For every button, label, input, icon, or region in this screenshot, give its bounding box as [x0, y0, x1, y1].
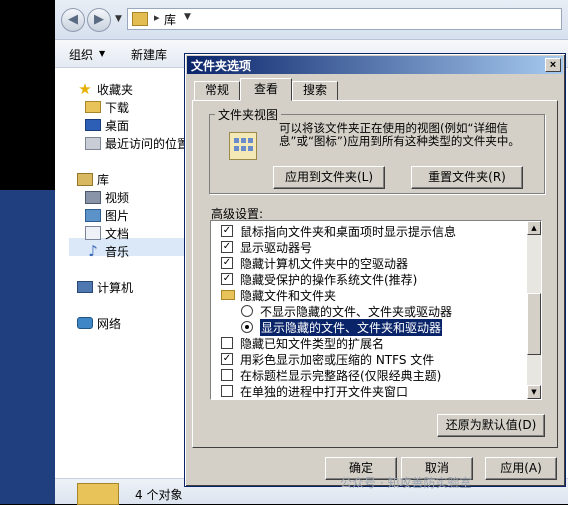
advanced-setting-row[interactable]: ✓ 隐藏计算机文件夹中的空驱动器 [211, 255, 529, 271]
video-icon [85, 191, 101, 204]
explorer-address-bar-area: ◀ ▶ ▼ ▸ 库 ▼ [55, 0, 568, 40]
setting-checkbox[interactable]: ✓ [221, 241, 233, 253]
setting-checkbox[interactable]: ✓ [221, 257, 233, 269]
folder-icon [221, 290, 235, 300]
setting-checkbox[interactable]: ✓ [221, 353, 233, 365]
star-icon: ★ [78, 80, 92, 98]
scroll-down-icon[interactable]: ▼ [527, 385, 541, 399]
chevron-down-icon[interactable]: ▼ [115, 14, 122, 24]
nav-item-label: 文档 [105, 227, 130, 241]
advanced-setting-row: 隐藏文件和文件夹 [211, 287, 529, 303]
advanced-setting-row[interactable]: ✓ 隐藏受保护的操作系统文件(推荐) [211, 271, 529, 287]
advanced-setting-row[interactable]: 显示隐藏的文件、文件夹和驱动器 [211, 318, 529, 337]
nav-item-label: 桌面 [105, 119, 130, 133]
pictures-icon [85, 209, 101, 222]
setting-label: 用彩色显示加密或压缩的 NTFS 文件 [240, 353, 435, 367]
scroll-up-icon[interactable]: ▲ [527, 221, 541, 235]
dialog-title: 文件夹选项 [191, 59, 252, 73]
library-icon [132, 12, 148, 26]
close-button[interactable]: × [545, 58, 561, 72]
setting-label: 隐藏计算机文件夹中的空驱动器 [240, 257, 409, 271]
advanced-setting-row[interactable]: 隐藏已知文件类型的扩展名 [211, 335, 529, 351]
restore-defaults-button[interactable]: 还原为默认值(D) [437, 414, 545, 437]
setting-checkbox[interactable]: ✓ [221, 225, 233, 237]
advanced-setting-row[interactable]: 不显示隐藏的文件、文件夹或驱动器 [211, 303, 529, 319]
chevron-down-icon[interactable]: ▼ [184, 12, 191, 22]
new-library-button[interactable]: 新建库 [131, 46, 167, 63]
setting-label: 隐藏文件和文件夹 [240, 289, 337, 303]
advanced-setting-row[interactable]: 在标题栏显示完整路径(仅限经典主题) [211, 367, 529, 383]
nav-item-label: 音乐 [105, 245, 130, 259]
library-icon [77, 173, 93, 186]
reset-folders-button[interactable]: 重置文件夹(R) [411, 166, 523, 189]
setting-label: 显示驱动器号 [240, 241, 313, 255]
address-bar[interactable]: ▸ 库 ▼ [127, 8, 562, 30]
setting-label: 鼠标指向文件夹和桌面项时显示提示信息 [240, 225, 457, 239]
desktop-icon [85, 119, 101, 131]
setting-checkbox[interactable] [221, 369, 233, 381]
nav-item-label: 视频 [105, 191, 130, 205]
setting-radio[interactable] [241, 305, 253, 317]
setting-label: 在标题栏显示完整路径(仅限经典主题) [240, 369, 442, 383]
organize-button[interactable]: 组织 [69, 46, 93, 63]
folder-views-icon [229, 132, 257, 160]
nav-item-label: 库 [97, 173, 110, 187]
documents-icon [85, 226, 101, 240]
desktop-background-blue [0, 190, 55, 504]
nav-item-label: 图片 [105, 209, 130, 223]
setting-checkbox[interactable] [221, 385, 233, 397]
desktop-background [0, 0, 55, 190]
dialog-titlebar[interactable]: 文件夹选项 × [187, 56, 563, 74]
network-icon [77, 317, 93, 329]
navigation-pane: ★ 收藏夹 下载 桌面 最近访问的位置 库 视频 图片 文档 ♪ 音乐 计算机 … [55, 68, 189, 478]
apply-to-folders-button[interactable]: 应用到文件夹(L) [273, 166, 385, 189]
item-count: 4 个对象 [135, 488, 183, 502]
advanced-setting-row[interactable]: ✓ 鼠标指向文件夹和桌面项时显示提示信息 [211, 223, 529, 239]
forward-button[interactable]: ▶ [87, 8, 111, 32]
recent-places-icon [85, 137, 101, 150]
setting-label: 在单独的进程中打开文件夹窗口 [240, 385, 409, 399]
library-icon [77, 483, 119, 505]
folder-icon [85, 101, 101, 113]
back-button[interactable]: ◀ [61, 8, 85, 32]
nav-item-label: 下载 [105, 101, 130, 115]
breadcrumb[interactable]: 库 [164, 11, 176, 28]
nav-item-label: 网络 [97, 317, 122, 331]
apply-button[interactable]: 应用(A) [485, 457, 557, 480]
tab-view[interactable]: 查看 [240, 78, 292, 101]
tab-general[interactable]: 常规 [194, 81, 240, 101]
nav-item-label: 收藏夹 [97, 83, 134, 97]
advanced-setting-row[interactable]: ✓ 用彩色显示加密或压缩的 NTFS 文件 [211, 351, 529, 367]
advanced-settings-list[interactable]: ✓ 鼠标指向文件夹和桌面项时显示提示信息 ✓ 显示驱动器号 ✓ 隐藏计算机文件夹中的空驱动… [210, 220, 542, 400]
setting-label: 不显示隐藏的文件、文件夹或驱动器 [260, 305, 453, 319]
setting-checkbox[interactable] [221, 337, 233, 349]
folder-views-description: 可以将该文件夹正在使用的视图(例如“详细信息”或“图标”)应用到所有这种类型的文… [279, 121, 520, 148]
tab-search[interactable]: 搜索 [292, 81, 338, 101]
advanced-setting-row[interactable]: ✓ 显示驱动器号 [211, 239, 529, 255]
setting-label: 隐藏受保护的操作系统文件(推荐) [240, 273, 418, 287]
folder-options-dialog: 文件夹选项 × 常规 查看 搜索 文件夹视图 可以将该文件夹正在使用的视图(例如… [184, 53, 566, 487]
folder-views-legend: 文件夹视图 [215, 106, 282, 123]
setting-radio[interactable] [241, 321, 253, 333]
setting-checkbox[interactable]: ✓ [221, 273, 233, 285]
setting-label: 显示隐藏的文件、文件夹和驱动器 [258, 318, 444, 337]
music-icon: ♪ [88, 242, 98, 260]
advanced-setting-row[interactable]: 在单独的进程中打开文件夹窗口 [211, 383, 529, 399]
watermark: 公众号 · 知攻善防实验室 [340, 476, 472, 490]
nav-item-label: 最近访问的位置 [105, 137, 190, 151]
setting-label: 隐藏已知文件类型的扩展名 [240, 337, 385, 351]
vertical-scrollbar[interactable]: ▲ ▼ [527, 221, 541, 399]
breadcrumb-separator-icon[interactable]: ▸ [154, 11, 160, 24]
chevron-down-icon[interactable]: ▼ [99, 49, 105, 58]
nav-item-label: 计算机 [97, 281, 134, 295]
computer-icon [77, 281, 93, 293]
scrollbar-thumb[interactable] [527, 293, 541, 355]
